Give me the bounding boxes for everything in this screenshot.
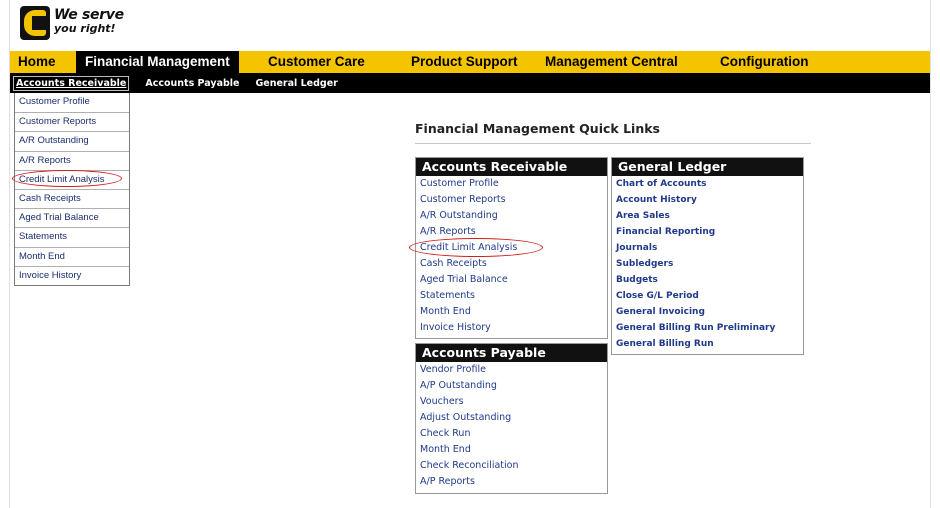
tab-home[interactable]: Home bbox=[10, 51, 76, 73]
ql-ar-credit-limit-analysis[interactable]: Credit Limit Analysis bbox=[416, 240, 607, 256]
ql-ap-vendor-profile[interactable]: Vendor Profile bbox=[416, 362, 607, 378]
panel-accounts-payable: Accounts Payable Vendor Profile A/P Outs… bbox=[415, 343, 608, 494]
ql-gl-general-invoicing[interactable]: General Invoicing bbox=[612, 304, 803, 320]
sub-nav: Accounts Receivable Accounts Payable Gen… bbox=[10, 73, 930, 93]
panel-header-general-ledger: General Ledger bbox=[612, 158, 803, 176]
dropdown-item-statements[interactable]: Statements bbox=[15, 227, 129, 247]
tab-management-central[interactable]: Management Central bbox=[539, 51, 720, 73]
dropdown-item-invoice-history[interactable]: Invoice History bbox=[15, 265, 129, 285]
ql-ar-invoice-history[interactable]: Invoice History bbox=[416, 320, 607, 336]
panel-accounts-receivable: Accounts Receivable Customer Profile Cus… bbox=[415, 157, 608, 339]
main-nav: Home Financial Management Customer Care … bbox=[10, 51, 930, 73]
ql-gl-general-billing-run[interactable]: General Billing Run bbox=[612, 336, 803, 352]
ql-gl-subledgers[interactable]: Subledgers bbox=[612, 256, 803, 272]
ql-ap-ap-reports[interactable]: A/P Reports bbox=[416, 474, 607, 490]
dropdown-item-ar-reports[interactable]: A/R Reports bbox=[15, 150, 129, 170]
ql-gl-area-sales[interactable]: Area Sales bbox=[612, 208, 803, 224]
tab-configuration[interactable]: Configuration bbox=[720, 51, 808, 73]
tab-customer-care[interactable]: Customer Care bbox=[239, 51, 395, 73]
ql-ap-month-end[interactable]: Month End bbox=[416, 442, 607, 458]
accounts-receivable-dropdown: Customer Profile Customer Reports A/R Ou… bbox=[14, 93, 130, 286]
page-frame: We serve you right! Home Financial Manag… bbox=[9, 0, 931, 508]
dropdown-item-customer-profile[interactable]: Customer Profile bbox=[15, 93, 129, 113]
panel-header-accounts-payable: Accounts Payable bbox=[416, 344, 607, 362]
dropdown-item-customer-reports[interactable]: Customer Reports bbox=[15, 112, 129, 132]
quick-links-title: Financial Management Quick Links bbox=[415, 121, 660, 136]
ql-gl-close-gl-period[interactable]: Close G/L Period bbox=[612, 288, 803, 304]
ql-gl-budgets[interactable]: Budgets bbox=[612, 272, 803, 288]
dropdown-item-aged-trial-balance[interactable]: Aged Trial Balance bbox=[15, 208, 129, 228]
ql-ap-check-run[interactable]: Check Run bbox=[416, 426, 607, 442]
logo-tagline-line1: We serve bbox=[54, 7, 124, 23]
ql-ar-statements[interactable]: Statements bbox=[416, 288, 607, 304]
panel-general-ledger: General Ledger Chart of Accounts Account… bbox=[611, 157, 804, 355]
tab-financial-management[interactable]: Financial Management bbox=[76, 51, 239, 73]
subnav-accounts-receivable[interactable]: Accounts Receivable bbox=[13, 75, 130, 91]
ql-ap-vouchers[interactable]: Vouchers bbox=[416, 394, 607, 410]
subnav-accounts-payable[interactable]: Accounts Payable bbox=[145, 78, 239, 89]
ql-ar-ar-reports[interactable]: A/R Reports bbox=[416, 224, 607, 240]
logo-tagline: We serve you right! bbox=[54, 7, 124, 35]
ql-gl-general-billing-run-preliminary[interactable]: General Billing Run Preliminary bbox=[612, 320, 803, 336]
dropdown-item-ar-outstanding[interactable]: A/R Outstanding bbox=[15, 131, 129, 151]
ql-ar-customer-profile[interactable]: Customer Profile bbox=[416, 176, 607, 192]
ql-ar-month-end[interactable]: Month End bbox=[416, 304, 607, 320]
dropdown-item-month-end[interactable]: Month End bbox=[15, 246, 129, 266]
ql-ap-adjust-outstanding[interactable]: Adjust Outstanding bbox=[416, 410, 607, 426]
tab-product-support[interactable]: Product Support bbox=[395, 51, 539, 73]
quick-links-divider bbox=[415, 143, 811, 144]
panel-header-accounts-receivable: Accounts Receivable bbox=[416, 158, 607, 176]
ql-ap-ap-outstanding[interactable]: A/P Outstanding bbox=[416, 378, 607, 394]
ql-gl-journals[interactable]: Journals bbox=[612, 240, 803, 256]
ql-gl-account-history[interactable]: Account History bbox=[612, 192, 803, 208]
ql-ar-cash-receipts[interactable]: Cash Receipts bbox=[416, 256, 607, 272]
ql-ar-aged-trial-balance[interactable]: Aged Trial Balance bbox=[416, 272, 607, 288]
dropdown-item-credit-limit-analysis[interactable]: Credit Limit Analysis bbox=[15, 169, 129, 189]
ql-ar-customer-reports[interactable]: Customer Reports bbox=[416, 192, 607, 208]
ql-gl-chart-of-accounts[interactable]: Chart of Accounts bbox=[612, 176, 803, 192]
logo-mark-icon bbox=[20, 6, 50, 40]
ql-gl-financial-reporting[interactable]: Financial Reporting bbox=[612, 224, 803, 240]
company-logo[interactable]: We serve you right! bbox=[20, 4, 130, 44]
dropdown-item-cash-receipts[interactable]: Cash Receipts bbox=[15, 188, 129, 209]
ql-ar-ar-outstanding[interactable]: A/R Outstanding bbox=[416, 208, 607, 224]
subnav-general-ledger[interactable]: General Ledger bbox=[255, 78, 337, 89]
logo-tagline-line2: you right! bbox=[54, 22, 116, 35]
ql-ap-check-reconciliation[interactable]: Check Reconciliation bbox=[416, 458, 607, 474]
